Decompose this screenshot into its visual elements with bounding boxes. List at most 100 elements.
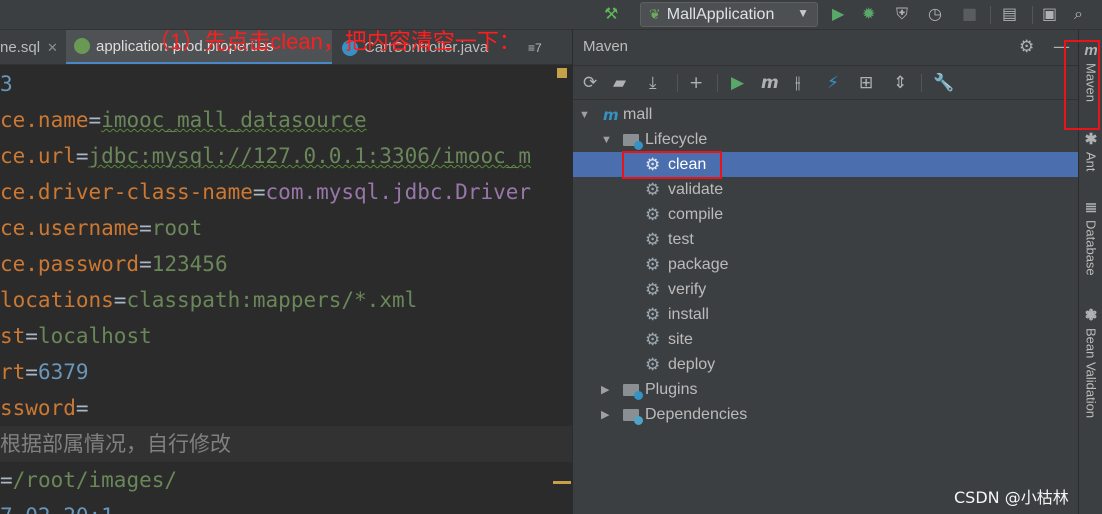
code-line: ce.password=123456 (0, 252, 228, 276)
maven-header: Maven ⚙ — (573, 30, 1079, 66)
warning-marker[interactable] (553, 481, 571, 484)
run-icon[interactable]: ▶ (731, 72, 744, 94)
tree-node-mall[interactable]: ▼ m mall (573, 102, 1079, 127)
code-line: ssword= (0, 396, 89, 420)
tree-node-goal-test[interactable]: ⚙ test (573, 227, 1079, 252)
expand-arrow-icon[interactable]: ▼ (601, 134, 612, 146)
hammer-build-icon[interactable]: ⚒ (604, 4, 618, 24)
properties-file-icon (74, 38, 90, 54)
toolbar-divider (921, 74, 922, 92)
gear-icon: ⚙ (645, 304, 661, 324)
reload-icon[interactable]: ⟳ (583, 72, 597, 94)
wrench-icon[interactable]: 🔧 (933, 72, 954, 94)
folder-icon (623, 409, 643, 425)
spring-leaf-icon: ❦ (649, 6, 661, 22)
expand-arrow-icon[interactable]: ▼ (579, 109, 590, 121)
maven-tool-window: Maven ⚙ — ⟳ ▰ ⤓ + ▶ m ⫲ ⚡ ⊞ ⇕ 🔧 ▼ m mall… (572, 30, 1079, 514)
tree-node-label: Lifecycle (645, 130, 708, 148)
tree-node-label: Dependencies (645, 405, 748, 423)
folder-icon (623, 134, 643, 150)
database-icon: ≣ (1084, 199, 1098, 216)
debug-icon[interactable]: ✹ (862, 4, 875, 24)
bean-validation-icon: ❃ (1084, 307, 1098, 324)
gear-icon[interactable]: ⚙ (1019, 36, 1034, 58)
add-icon[interactable]: + (689, 72, 703, 94)
tool-tab-database[interactable]: ≣ Database (1079, 198, 1102, 276)
tree-node-label: deploy (668, 355, 716, 373)
code-editor[interactable]: 3 ce.name=imooc_mall_datasource ce.url=j… (0, 66, 572, 514)
skip-tests-icon[interactable]: ⚡ (827, 72, 839, 94)
tree-node-plugins[interactable]: ▶ Plugins (573, 377, 1079, 402)
code-line: ce.driver-class-name=com.mysql.jdbc.Driv… (0, 180, 532, 204)
execute-goal-icon[interactable]: m (761, 72, 779, 94)
tree-node-goal-verify[interactable]: ⚙ verify (573, 277, 1079, 302)
tree-node-label: compile (668, 205, 724, 223)
code-line: ce.name=imooc_mall_datasource (0, 108, 367, 132)
tree-node-goal-package[interactable]: ⚙ package (573, 252, 1079, 277)
tool-tab-bean-validation[interactable]: ❃ Bean Validation (1079, 306, 1102, 418)
watermark: CSDN @小枯林 (954, 488, 1069, 507)
toolbar-divider (990, 6, 991, 24)
coverage-icon[interactable]: ⛨ (896, 4, 908, 24)
tree-node-dependencies[interactable]: ▶ Dependencies (573, 402, 1079, 427)
tree-node-goal-compile[interactable]: ⚙ compile (573, 202, 1079, 227)
code-line: locations=classpath:mappers/*.xml (0, 288, 418, 312)
tree-node-goal-install[interactable]: ⚙ install (573, 302, 1079, 327)
run-configuration-select[interactable]: ❦ MallApplication ▼ (640, 2, 818, 27)
highlight-maven-tab (1064, 40, 1100, 130)
folder-icon (623, 384, 643, 400)
expand-arrow-icon[interactable]: ▶ (601, 383, 609, 396)
code-line: 7.02.20:1 (0, 498, 572, 514)
search-icon[interactable]: ⌕ (1074, 4, 1083, 24)
code-line: rt=6379 (0, 360, 89, 384)
tree-node-goal-validate[interactable]: ⚙ validate (573, 177, 1079, 202)
code-line: 3 (0, 72, 13, 96)
toolbar-divider (717, 74, 718, 92)
toolbar-divider (677, 74, 678, 92)
code-line: ce.url=jdbc:mysql://127.0.0.1:3306/imooc… (0, 144, 532, 168)
tab-sql-file[interactable]: ne.sql ✕ (0, 30, 64, 64)
toolbar-divider (1032, 6, 1033, 24)
highlight-clean-goal (622, 151, 722, 179)
tree-node-label: test (668, 230, 694, 248)
collapse-all-icon[interactable]: ⇕ (893, 72, 907, 94)
project-structure-icon[interactable]: ▤ (1002, 4, 1017, 24)
show-dependencies-icon[interactable]: ⊞ (859, 72, 873, 94)
tree-node-goal-site[interactable]: ⚙ site (573, 327, 1079, 352)
close-icon[interactable]: ✕ (47, 40, 58, 56)
tree-node-label: site (668, 330, 693, 348)
gear-icon: ⚙ (645, 354, 661, 374)
tree-node-label: verify (668, 280, 707, 298)
instruction-annotation: （1）先点击clean，把内容清空一下： (148, 29, 521, 54)
code-line: =/root/images/ (0, 468, 178, 492)
gear-icon: ⚙ (645, 204, 661, 224)
toggle-offline-icon[interactable]: ⫲ (795, 72, 801, 94)
tree-node-lifecycle[interactable]: ▼ Lifecycle (573, 127, 1079, 152)
maven-project-icon: m (603, 105, 619, 124)
gear-icon: ⚙ (645, 254, 661, 274)
profile-icon[interactable]: ◷ (928, 4, 942, 24)
tree-node-goal-deploy[interactable]: ⚙ deploy (573, 352, 1079, 377)
warning-marker[interactable] (557, 68, 567, 78)
tree-node-label: Plugins (645, 380, 698, 398)
ant-icon: ✱ (1084, 131, 1098, 148)
tree-node-label: mall (623, 105, 653, 123)
run-icon[interactable]: ▶ (832, 4, 844, 24)
expand-arrow-icon[interactable]: ▶ (601, 408, 609, 421)
tab-overflow-list[interactable]: ≡7 (528, 30, 572, 64)
tool-tab-ant[interactable]: ✱ Ant (1079, 130, 1102, 172)
chevron-down-icon: ▼ (797, 6, 809, 20)
code-line: st=localhost (0, 324, 152, 348)
run-configuration-label: MallApplication (666, 5, 775, 23)
tree-node-label: package (668, 255, 729, 273)
window-icon[interactable]: ▣ (1042, 4, 1057, 24)
maven-panel-title: Maven (583, 38, 629, 55)
code-line: ce.username=root (0, 216, 203, 240)
tree-node-label: validate (668, 180, 724, 198)
gear-icon: ⚙ (645, 279, 661, 299)
gear-icon: ⚙ (645, 229, 661, 249)
generate-sources-icon[interactable]: ▰ (613, 72, 626, 94)
download-icon[interactable]: ⤓ (649, 72, 657, 94)
gear-icon: ⚙ (645, 329, 661, 349)
stop-icon[interactable]: ■ (962, 4, 977, 24)
